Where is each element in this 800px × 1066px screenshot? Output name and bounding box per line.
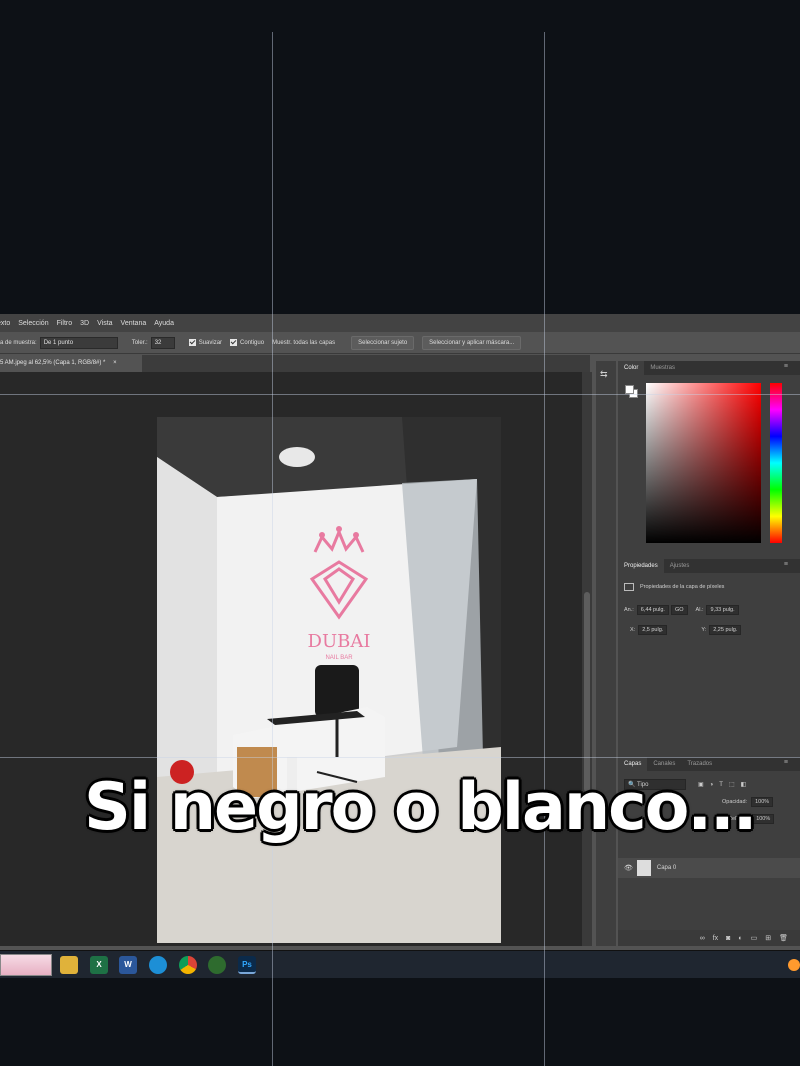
brand-text: DUBAI [308,631,371,652]
layers-panel-header: Capas Canales Trazados ≡ [618,757,800,771]
excel-icon[interactable]: X [90,956,108,974]
select-and-mask-button[interactable]: Seleccionar y aplicar máscara... [422,335,522,350]
x-input[interactable]: 2,5 pulg. [638,625,668,635]
photoshop-window: exto Selección Filtro 3D Vista Ventana A… [0,314,800,978]
pixel-layer-icon [624,583,634,591]
panel-menu-icon[interactable]: ≡ [778,759,794,766]
size-row: An.: 6,44 pulg. GO Al.: 9,33 pulg. [624,605,747,615]
media-app-icon[interactable] [208,956,226,974]
menu-ayuda[interactable]: Ayuda [154,320,174,327]
fill-input[interactable]: 100% [752,814,775,824]
guide-line-vertical [272,32,273,1066]
select-subject-button[interactable]: Seleccionar sujeto [351,335,415,350]
sample-size-select[interactable]: De 1 punto [39,336,118,349]
hue-slider[interactable] [770,383,782,543]
photoshop-icon[interactable]: Ps [238,956,256,974]
menu-texto[interactable]: exto [0,320,10,327]
menu-vista[interactable]: Vista [97,320,112,327]
menu-ventana[interactable]: Ventana [121,320,147,327]
layer-row[interactable]: 👁 Capa 0 [618,858,800,878]
foreground-color-swatch[interactable] [625,385,634,394]
visibility-eye-icon[interactable]: 👁 [624,864,633,872]
tolerance-input[interactable]: 32 [150,336,175,349]
guide-line-horizontal [0,394,800,395]
menu-bar: exto Selección Filtro 3D Vista Ventana A… [0,314,800,332]
scrollbar-thumb[interactable] [584,592,590,792]
properties-heading-row: Propiedades de la capa de píxeles [624,583,724,591]
adjustment-layer-icon[interactable]: ◐ [738,935,742,942]
add-mask-icon[interactable]: ◙ [726,935,730,942]
guide-line-horizontal [0,757,800,758]
document-tab-bar: 5 AM.jpeg al 62,5% (Capa 1, RGB/8#) * × [0,355,590,372]
menu-3d[interactable]: 3D [80,320,89,327]
width-input[interactable]: 6,44 pulg. [636,605,669,615]
document-tab[interactable]: 5 AM.jpeg al 62,5% (Capa 1, RGB/8#) * × [0,355,142,372]
edge-icon[interactable] [149,956,167,974]
menu-seleccion[interactable]: Selección [18,320,48,327]
layer-name[interactable]: Capa 0 [657,865,676,871]
tab-adjustments[interactable]: Ajustes [664,563,696,569]
fx-button[interactable]: fx [713,935,718,942]
contiguous-label: Contiguo [240,339,265,346]
position-row: X: 2,5 pulg. Y: 2,25 pulg. [630,625,749,635]
history-icon[interactable]: ⇆ [600,369,608,380]
panel-tool-strip: ⇆ [596,361,616,946]
width-label: An.: [624,607,634,613]
link-dimensions-button[interactable]: GO [670,605,688,615]
new-layer-icon[interactable]: ⊞ [765,934,771,942]
y-input[interactable]: 2,25 pulg. [709,625,742,635]
menu-filtro[interactable]: Filtro [57,320,73,327]
tab-properties[interactable]: Propiedades [618,559,664,573]
word-icon[interactable]: W [119,956,137,974]
wallpaper-thumbnail[interactable] [0,954,52,976]
properties-heading: Propiedades de la capa de píxeles [640,584,725,590]
link-layers-icon[interactable]: ∞ [700,935,705,942]
tolerance-label: Toler.: [131,339,148,346]
tab-swatches[interactable]: Muestras [644,365,681,371]
panel-menu-icon[interactable]: ≡ [778,363,794,370]
smooth-checkbox[interactable] [188,339,196,346]
tab-paths[interactable]: Trazados [681,761,718,767]
smooth-label: Suavizar [198,339,223,346]
x-label: X: [630,627,636,633]
sample-all-layers-checkbox[interactable]: Muestr. todas las capas [272,340,335,346]
right-panels: Color Muestras ≡ Propiedades Ajustes ≡ P… [618,361,800,946]
guide-line-vertical [544,32,545,1066]
properties-panel-header: Propiedades Ajustes ≡ [618,559,800,573]
notification-dot[interactable] [788,959,800,971]
layers-footer: ∞ fx ◙ ◐ ▭ ⊞ 🗑 [618,930,800,946]
tab-channels[interactable]: Canales [647,761,681,767]
height-input[interactable]: 9,33 pulg. [706,605,739,615]
height-label: Al.: [695,607,704,613]
color-panel-header: Color Muestras ≡ [618,361,800,375]
brand-subtext: NAIL BAR [325,655,353,661]
y-label: Y: [701,627,707,633]
file-explorer-icon[interactable] [60,956,78,974]
color-picker-field[interactable] [646,383,761,543]
document-photo: DUBAI NAIL BAR [157,417,501,943]
options-bar: a de muestra: De 1 punto Toler.: 32 Suav… [0,332,800,354]
canvas-scrollbar[interactable] [582,372,592,946]
sample-size-label: a de muestra: [0,339,37,346]
document-tab-title: 5 AM.jpeg al 62,5% (Capa 1, RGB/8#) * [0,360,106,366]
close-icon[interactable]: × [113,360,117,366]
video-caption: Si negro o blanco... [84,770,757,845]
tab-color[interactable]: Color [618,361,645,375]
panel-menu-icon[interactable]: ≡ [778,561,794,568]
layer-thumbnail [636,860,651,876]
office-photo-image: DUBAI NAIL BAR [157,417,501,943]
contiguous-checkbox[interactable] [230,339,238,346]
windows-taskbar: X W Ps [0,950,800,978]
new-group-icon[interactable]: ▭ [751,934,758,942]
tab-layers[interactable]: Capas [618,757,648,771]
delete-layer-icon[interactable]: 🗑 [779,934,788,942]
chrome-icon[interactable] [179,956,197,974]
